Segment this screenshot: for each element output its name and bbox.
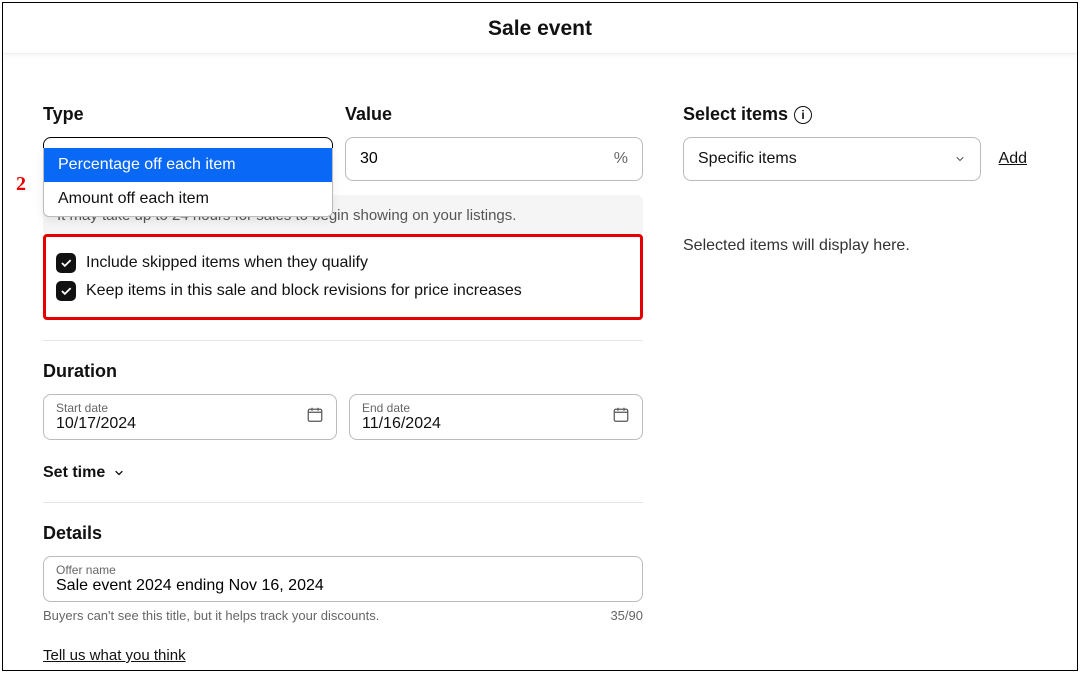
type-label: Type bbox=[43, 104, 333, 125]
select-items-dropdown[interactable]: Specific items bbox=[683, 137, 981, 181]
annotation-marker: 2 bbox=[16, 173, 26, 196]
chevron-down-icon bbox=[954, 153, 966, 165]
type-dropdown-panel: Percentage off each item Amount off each… bbox=[43, 148, 333, 217]
select-items-dropdown-value: Specific items bbox=[698, 150, 797, 168]
calendar-icon bbox=[306, 406, 324, 429]
end-date-value: 11/16/2024 bbox=[362, 415, 630, 433]
value-input-wrap[interactable]: % bbox=[345, 137, 643, 181]
feedback-link[interactable]: Tell us what you think bbox=[43, 647, 186, 664]
checkbox-include-skipped[interactable] bbox=[56, 253, 76, 273]
select-items-label: Select items bbox=[683, 104, 788, 125]
divider bbox=[43, 340, 643, 341]
highlighted-checkbox-group: Include skipped items when they qualify … bbox=[43, 234, 643, 320]
value-input[interactable] bbox=[360, 150, 574, 168]
selected-items-placeholder: Selected items will display here. bbox=[683, 237, 1027, 255]
offer-name-mini-label: Offer name bbox=[56, 563, 630, 577]
value-label: Value bbox=[345, 104, 643, 125]
end-date-mini-label: End date bbox=[362, 401, 630, 415]
offer-name-helper: Buyers can't see this title, but it help… bbox=[43, 608, 379, 623]
checkbox-include-skipped-label: Include skipped items when they qualify bbox=[86, 254, 368, 272]
offer-name-counter: 35/90 bbox=[610, 608, 643, 623]
start-date-field[interactable]: Start date 10/17/2024 bbox=[43, 394, 337, 440]
checkbox-keep-block-label: Keep items in this sale and block revisi… bbox=[86, 282, 522, 300]
start-date-value: 10/17/2024 bbox=[56, 415, 324, 433]
type-option-amount[interactable]: Amount off each item bbox=[44, 182, 332, 216]
offer-name-field[interactable]: Offer name bbox=[43, 556, 643, 602]
page-title: Sale event bbox=[3, 3, 1077, 54]
set-time-toggle[interactable]: Set time bbox=[43, 464, 643, 482]
checkbox-keep-block[interactable] bbox=[56, 281, 76, 301]
add-items-link[interactable]: Add bbox=[999, 150, 1027, 168]
end-date-field[interactable]: End date 11/16/2024 bbox=[349, 394, 643, 440]
value-unit: % bbox=[614, 150, 628, 168]
info-icon[interactable]: i bbox=[794, 106, 812, 124]
start-date-mini-label: Start date bbox=[56, 401, 324, 415]
offer-name-input[interactable] bbox=[56, 577, 630, 595]
divider bbox=[43, 502, 643, 503]
calendar-icon bbox=[612, 406, 630, 429]
type-option-percentage[interactable]: Percentage off each item bbox=[44, 148, 332, 182]
set-time-label: Set time bbox=[43, 464, 105, 482]
chevron-down-icon bbox=[113, 467, 125, 479]
details-label: Details bbox=[43, 523, 643, 544]
duration-label: Duration bbox=[43, 361, 643, 382]
